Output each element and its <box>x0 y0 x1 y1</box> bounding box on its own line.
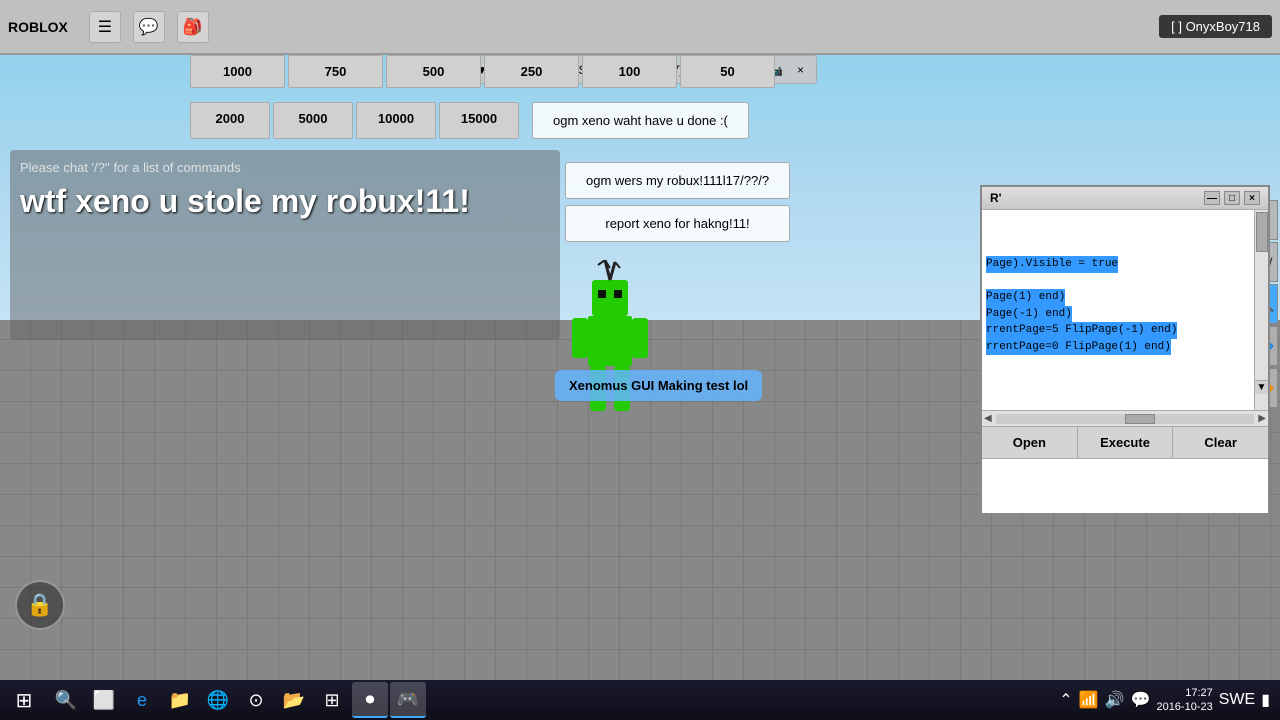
taskbar-folder[interactable]: 📁 <box>162 682 198 718</box>
code-line-3: Page(1) end) <box>986 289 1065 306</box>
open-button[interactable]: Open <box>982 427 1078 458</box>
script-editor-window: R' — □ × ▲ Page).Visible = true Page(1) … <box>980 185 1270 515</box>
horizontal-scrollbar[interactable]: ◀ ▶ <box>982 410 1268 426</box>
scroll-track[interactable] <box>996 414 1255 424</box>
script-code-content: Page).Visible = true Page(1) end) Page(-… <box>982 210 1268 361</box>
menu-icon[interactable]: ☰ <box>89 11 121 43</box>
number-grid-row1: 1000 750 500 250 100 50 <box>190 55 775 88</box>
user-indicator: [ ] <box>1171 19 1182 34</box>
btn-1000[interactable]: 1000 <box>190 55 285 88</box>
tray-chevron[interactable]: ⌃ <box>1059 690 1072 710</box>
tray-date-value: 2016-10-23 <box>1156 700 1212 714</box>
btn-50[interactable]: 50 <box>680 55 775 88</box>
taskbar-tray: ⌃ 📶 🔊 💬 17:27 2016-10-23 SWE ▮ <box>1059 686 1276 715</box>
number-grid-row2: 2000 5000 10000 15000 ogm xeno waht have… <box>190 102 749 139</box>
clear-button[interactable]: Clear <box>1173 427 1268 458</box>
chat-btn-2[interactable]: ogm wers my robux!111l17/??/? <box>565 162 790 199</box>
btn-5000[interactable]: 5000 <box>273 102 353 139</box>
tray-network[interactable]: 📶 <box>1079 690 1099 710</box>
scroll-left-arrow[interactable]: ◀ <box>984 413 992 424</box>
scroll-thumb-h[interactable] <box>1125 414 1155 424</box>
roblox-logo: ROBLOX <box>8 19 68 35</box>
btn-500[interactable]: 500 <box>386 55 481 88</box>
lock-icon[interactable]: 🔒 <box>15 580 65 630</box>
btn-2000[interactable]: 2000 <box>190 102 270 139</box>
chat-btn-3[interactable]: report xeno for hakng!11! <box>565 205 790 242</box>
chat-message: wtf xeno u stole my robux!11! <box>20 183 550 220</box>
script-output-area[interactable] <box>982 458 1268 513</box>
taskbar-search[interactable]: 🔍 <box>48 682 84 718</box>
btn-750[interactable]: 750 <box>288 55 383 88</box>
close-button[interactable]: × <box>1244 191 1260 205</box>
chat-area: Please chat '/?'' for a list of commands… <box>10 150 560 340</box>
chat-btn-1[interactable]: ogm xeno waht have u done :( <box>532 102 749 139</box>
chat-icon[interactable]: 💬 <box>133 11 165 43</box>
top-bar: ROBLOX ☰ 💬 🎒 ▼ ⊞ 🔍 ⤡ Spelar in [00:01:07… <box>0 0 1280 55</box>
scrollbar-thumb[interactable] <box>1256 212 1268 252</box>
maximize-button[interactable]: □ <box>1224 191 1240 205</box>
tray-show-desktop[interactable]: ▮ <box>1261 690 1270 710</box>
taskbar-roblox[interactable]: 🎮 <box>390 682 426 718</box>
taskbar-file-mgr[interactable]: 📂 <box>276 682 312 718</box>
script-editor-title-bar: R' — □ × <box>982 187 1268 210</box>
tray-time[interactable]: 17:27 2016-10-23 <box>1156 686 1212 715</box>
script-action-buttons: Open Execute Clear <box>982 426 1268 458</box>
tray-sound[interactable]: 🔊 <box>1105 690 1125 710</box>
rec-close[interactable]: × <box>793 61 808 79</box>
tray-notification[interactable]: 💬 <box>1131 690 1151 710</box>
code-line-4: Page(-1) end) <box>986 306 1072 323</box>
tray-language: SWE <box>1219 691 1255 709</box>
code-line-6: rrentPage=0 FlipPage(1) end) <box>986 339 1171 356</box>
username-display: OnyxBoy718 <box>1186 19 1260 34</box>
script-code-area[interactable]: ▲ Page).Visible = true Page(1) end) Page… <box>982 210 1268 410</box>
speech-bubble: Xenomus GUI Making test lol <box>555 370 762 401</box>
scroll-right-arrow[interactable]: ▶ <box>1258 413 1266 424</box>
taskbar-icons: 🔍 ⬜ e 📁 🌐 ⊙ 📂 ⊞ ⏺ 🎮 <box>48 682 426 718</box>
taskbar-chrome[interactable]: ⊙ <box>238 682 274 718</box>
tray-time-value: 17:27 <box>1185 686 1213 700</box>
user-panel: [ ] OnyxBoy718 <box>1159 15 1272 38</box>
taskbar-windows[interactable]: ⊞ <box>314 682 350 718</box>
taskbar-task-view[interactable]: ⬜ <box>86 682 122 718</box>
taskbar-ie[interactable]: 🌐 <box>200 682 236 718</box>
btn-250[interactable]: 250 <box>484 55 579 88</box>
code-line-5: rrentPage=5 FlipPage(-1) end) <box>986 322 1177 339</box>
btn-15000[interactable]: 15000 <box>439 102 519 139</box>
script-editor-title-text: R' <box>990 191 1002 205</box>
btn-100[interactable]: 100 <box>582 55 677 88</box>
backpack-icon[interactable]: 🎒 <box>177 11 209 43</box>
taskbar: ⊞ 🔍 ⬜ e 📁 🌐 ⊙ 📂 ⊞ ⏺ 🎮 ⌃ 📶 🔊 💬 17:27 2016… <box>0 680 1280 720</box>
start-button[interactable]: ⊞ <box>4 682 44 718</box>
taskbar-edge[interactable]: e <box>124 682 160 718</box>
scroll-down-arrow[interactable]: ▼ <box>1254 380 1268 394</box>
minimize-button[interactable]: — <box>1204 191 1220 205</box>
btn-10000[interactable]: 10000 <box>356 102 436 139</box>
execute-button[interactable]: Execute <box>1078 427 1174 458</box>
chat-hint: Please chat '/?'' for a list of commands <box>20 160 550 175</box>
code-line-1: Page).Visible = true <box>986 256 1118 273</box>
taskbar-roblox-recording[interactable]: ⏺ <box>352 682 388 718</box>
